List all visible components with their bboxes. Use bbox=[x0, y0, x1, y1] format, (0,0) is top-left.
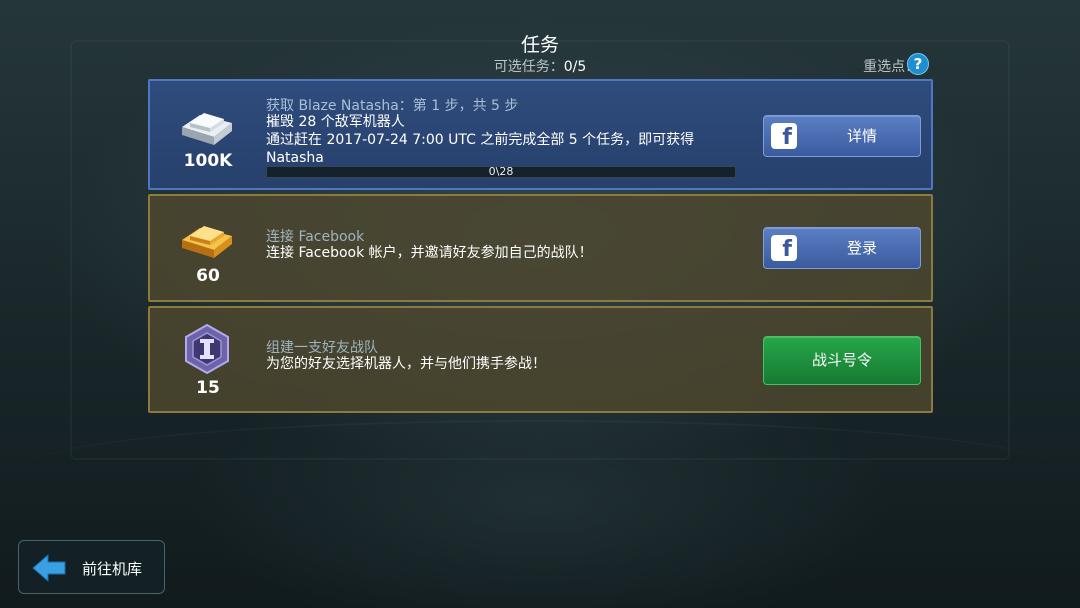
task-progress-bar: 0\28 bbox=[266, 165, 736, 178]
battle-call-button-label: 战斗号令 bbox=[811, 351, 872, 369]
reward-amount: 60 bbox=[196, 266, 220, 286]
back-to-hangar-label: 前往机库 bbox=[82, 560, 143, 578]
task-description: 为您的好友选择机器人，并与他们携手参战！ bbox=[266, 356, 546, 372]
reward-amount: 100K bbox=[183, 151, 233, 171]
background-arc bbox=[20, 420, 1060, 520]
back-arrow-icon bbox=[32, 553, 66, 583]
available-tasks-value: 0/5 bbox=[563, 59, 587, 75]
task-title: 连接 Facebook bbox=[266, 229, 365, 245]
facebook-icon: f bbox=[771, 123, 797, 150]
facebook-icon: f bbox=[771, 235, 797, 262]
available-tasks-label: 可选任务： bbox=[493, 59, 564, 75]
clan-badge-icon bbox=[185, 323, 229, 375]
task-title: 组建一支好友战队 bbox=[266, 340, 378, 356]
task-description-deadline: 通过赶在 2017-07-24 7:00 UTC 之前完成全部 5 个任务，即可… bbox=[266, 132, 695, 166]
details-button[interactable]: f 详情 bbox=[763, 115, 921, 157]
task-card-friend-clan: 15 组建一支好友战队 为您的好友选择机器人，并与他们携手参战！ 战斗号令 bbox=[148, 306, 933, 413]
login-button-label: 登录 bbox=[846, 239, 877, 257]
battle-call-button[interactable]: 战斗号令 bbox=[763, 336, 921, 385]
task-card-connect-facebook: 60 连接 Facebook 连接 Facebook 帐户，并邀请好友参加自己的… bbox=[148, 194, 933, 302]
silver-bar-icon bbox=[182, 113, 232, 145]
details-button-label: 详情 bbox=[846, 127, 877, 145]
reward-amount: 15 bbox=[196, 378, 220, 398]
login-button[interactable]: f 登录 bbox=[763, 227, 921, 269]
back-to-hangar-button[interactable]: 前往机库 bbox=[18, 540, 165, 594]
gold-bar-icon bbox=[182, 226, 232, 258]
task-description: 摧毁 28 个敌军机器人 bbox=[266, 114, 405, 130]
help-icon[interactable]: ? bbox=[907, 53, 929, 75]
task-card-blaze-natasha: 100K 获取 Blaze Natasha：第 1 步，共 5 步 摧毁 28 … bbox=[148, 79, 933, 190]
task-title: 获取 Blaze Natasha：第 1 步，共 5 步 bbox=[266, 98, 519, 114]
progress-text: 0\28 bbox=[488, 165, 514, 178]
task-description: 连接 Facebook 帐户，并邀请好友参加自己的战队！ bbox=[266, 245, 593, 261]
